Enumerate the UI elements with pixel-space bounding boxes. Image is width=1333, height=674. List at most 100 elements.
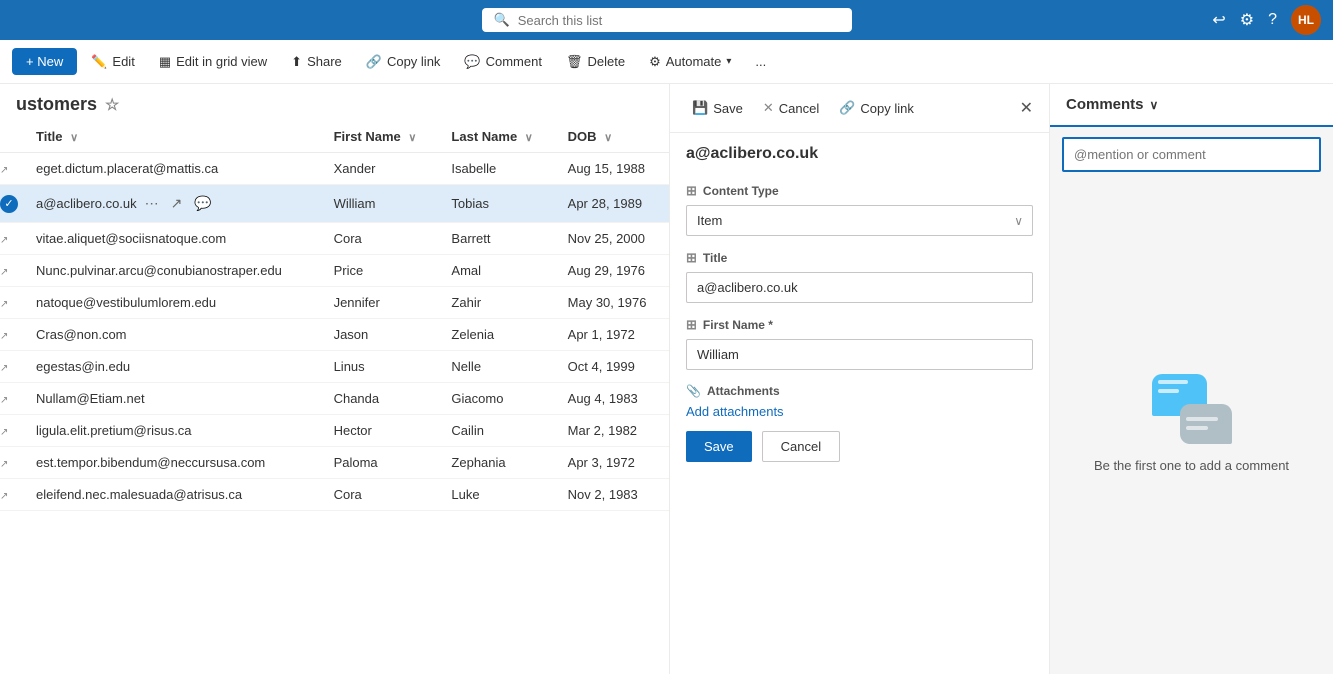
- table-row[interactable]: ✓a@aclibero.co.uk⋯↗💬WilliamTobiasApr 28,…: [0, 185, 669, 223]
- save-icon: 💾: [692, 100, 708, 116]
- row-comment-button[interactable]: 💬: [190, 193, 215, 214]
- cancel-x-icon: ✕: [763, 100, 774, 116]
- cell-dob: Apr 1, 1972: [556, 319, 669, 351]
- th-firstname[interactable]: First Name ∨: [322, 121, 440, 153]
- page-title: ustomers: [16, 94, 97, 115]
- comments-title-text: Comments: [1066, 96, 1144, 113]
- ext-link-icon: ↗: [0, 363, 8, 374]
- command-bar: + New ✏️ Edit ▦ Edit in grid view ⬆ Shar…: [0, 40, 1333, 84]
- cell-firstname: Jennifer: [322, 287, 440, 319]
- first-name-input[interactable]: [686, 339, 1033, 370]
- ext-link-icon: ↗: [0, 331, 8, 342]
- chat-line: [1186, 426, 1208, 430]
- table-row[interactable]: ↗Nunc.pulvinar.arcu@conubianostraper.edu…: [0, 255, 669, 287]
- delete-button[interactable]: 🗑 Delete: [556, 48, 635, 76]
- table-row[interactable]: ↗ligula.elit.pretium@risus.caHectorCaili…: [0, 415, 669, 447]
- chat-line: [1158, 380, 1188, 384]
- table-row[interactable]: ↗eget.dictum.placerat@mattis.caXanderIsa…: [0, 153, 669, 185]
- cell-lastname: Barrett: [439, 223, 555, 255]
- form-header-actions: 💾 Save ✕ Cancel 🔗 Copy link: [686, 96, 920, 120]
- back-icon[interactable]: ↩: [1212, 10, 1225, 30]
- th-lastname[interactable]: Last Name ∨: [439, 121, 555, 153]
- form-save-top-label: Save: [713, 101, 743, 116]
- cell-firstname: Jason: [322, 319, 440, 351]
- chevron-down-icon[interactable]: ∨: [1150, 98, 1159, 112]
- cell-title: Nunc.pulvinar.arcu@conubianostraper.edu: [24, 255, 322, 287]
- table-row[interactable]: ↗vitae.aliquet@sociisnatoque.comCoraBarr…: [0, 223, 669, 255]
- form-close-button[interactable]: ✕: [1020, 98, 1033, 118]
- cell-dob: Nov 2, 1983: [556, 479, 669, 511]
- form-pane: 💾 Save ✕ Cancel 🔗 Copy link ✕ a@aclibero…: [670, 84, 1050, 674]
- comments-empty-state: Be the first one to add a comment: [1050, 172, 1333, 674]
- form-copy-link-button[interactable]: 🔗 Copy link: [833, 96, 920, 120]
- form-cancel-top-button[interactable]: ✕ Cancel: [757, 96, 825, 120]
- title-field-label: ⊞ Title: [686, 250, 1033, 266]
- edit-grid-button[interactable]: ▦ Edit in grid view: [149, 48, 277, 76]
- table-row[interactable]: ↗Cras@non.comJasonZeleniaApr 1, 1972: [0, 319, 669, 351]
- chat-line: [1186, 417, 1218, 421]
- comment-icon: 💬: [464, 54, 480, 70]
- cell-dob: Mar 2, 1982: [556, 415, 669, 447]
- row-more-button[interactable]: ⋯: [141, 193, 163, 214]
- table-row[interactable]: ↗egestas@in.eduLinusNelleOct 4, 1999: [0, 351, 669, 383]
- attachment-icon: 📎: [686, 384, 701, 398]
- edit-icon: ✏️: [91, 54, 107, 70]
- sort-icon-title: ∨: [70, 132, 78, 144]
- cell-dob: Aug 29, 1976: [556, 255, 669, 287]
- copy-link-button[interactable]: 🔗 Copy link: [356, 48, 451, 76]
- th-dob[interactable]: DOB ∨: [556, 121, 669, 153]
- share-button[interactable]: ⬆ Share: [281, 48, 352, 76]
- automate-label: Automate: [666, 54, 722, 69]
- row-share-button[interactable]: ↗: [167, 193, 187, 214]
- form-save-top-button[interactable]: 💾 Save: [686, 96, 749, 120]
- edit-button[interactable]: ✏️ Edit: [81, 48, 145, 76]
- sort-icon-lastname: ∨: [525, 132, 533, 144]
- avatar[interactable]: HL: [1291, 5, 1321, 35]
- ext-link-icon: ↗: [0, 427, 8, 438]
- ext-link-icon: ↗: [0, 235, 8, 246]
- content-type-wrapper: Item ∨: [686, 205, 1033, 236]
- settings-icon[interactable]: ⚙: [1240, 10, 1254, 30]
- form-cancel-top-label: Cancel: [779, 101, 819, 116]
- automate-icon: ⚙: [649, 54, 661, 70]
- comment-input-box[interactable]: [1062, 137, 1321, 172]
- attachments-row: 📎 Attachments: [686, 384, 1033, 398]
- comment-input[interactable]: [1064, 139, 1319, 170]
- save-button[interactable]: Save: [686, 431, 752, 462]
- link-icon: 🔗: [366, 54, 382, 70]
- form-actions: Save Cancel: [670, 431, 1049, 478]
- chevron-down-icon: ▾: [726, 56, 731, 67]
- help-icon[interactable]: ?: [1268, 11, 1277, 29]
- share-label: Share: [307, 54, 342, 69]
- cell-lastname: Tobias: [439, 185, 555, 223]
- table-row[interactable]: ↗natoque@vestibulumlorem.eduJenniferZahi…: [0, 287, 669, 319]
- cell-dob: Apr 28, 1989: [556, 185, 669, 223]
- list-pane: ustomers ☆ Title ∨ First Name ∨: [0, 84, 670, 674]
- content-type-select[interactable]: Item: [686, 205, 1033, 236]
- table-row[interactable]: ↗est.tempor.bibendum@neccursusa.comPalom…: [0, 447, 669, 479]
- th-title[interactable]: Title ∨: [24, 121, 322, 153]
- title-input[interactable]: [686, 272, 1033, 303]
- edit-label: Edit: [112, 54, 134, 69]
- table-row[interactable]: ↗Nullam@Etiam.netChandaGiacomoAug 4, 198…: [0, 383, 669, 415]
- main-area: ustomers ☆ Title ∨ First Name ∨: [0, 84, 1333, 674]
- favorite-icon[interactable]: ☆: [105, 95, 119, 115]
- table-row[interactable]: ↗eleifend.nec.malesuada@atrisus.caCoraLu…: [0, 479, 669, 511]
- cell-title: egestas@in.edu: [24, 351, 322, 383]
- more-button[interactable]: ...: [745, 48, 776, 75]
- new-button[interactable]: + New: [12, 48, 77, 75]
- automate-button[interactable]: ⚙ Automate ▾: [639, 48, 741, 76]
- add-attachments-link[interactable]: Add attachments: [686, 404, 1033, 419]
- cell-firstname: William: [322, 185, 440, 223]
- cancel-button[interactable]: Cancel: [762, 431, 840, 462]
- delete-icon: 🗑: [566, 54, 583, 70]
- cell-lastname: Zahir: [439, 287, 555, 319]
- form-copy-link-label: Copy link: [860, 101, 913, 116]
- content-type-section: ⊞ Content Type Item ∨: [686, 183, 1033, 236]
- search-input[interactable]: [518, 13, 840, 28]
- comment-button[interactable]: 💬 Comment: [454, 48, 552, 76]
- first-name-icon: ⊞: [686, 317, 697, 333]
- attachments-section: 📎 Attachments Add attachments: [686, 384, 1033, 419]
- search-box[interactable]: 🔍: [482, 8, 852, 32]
- cell-lastname: Nelle: [439, 351, 555, 383]
